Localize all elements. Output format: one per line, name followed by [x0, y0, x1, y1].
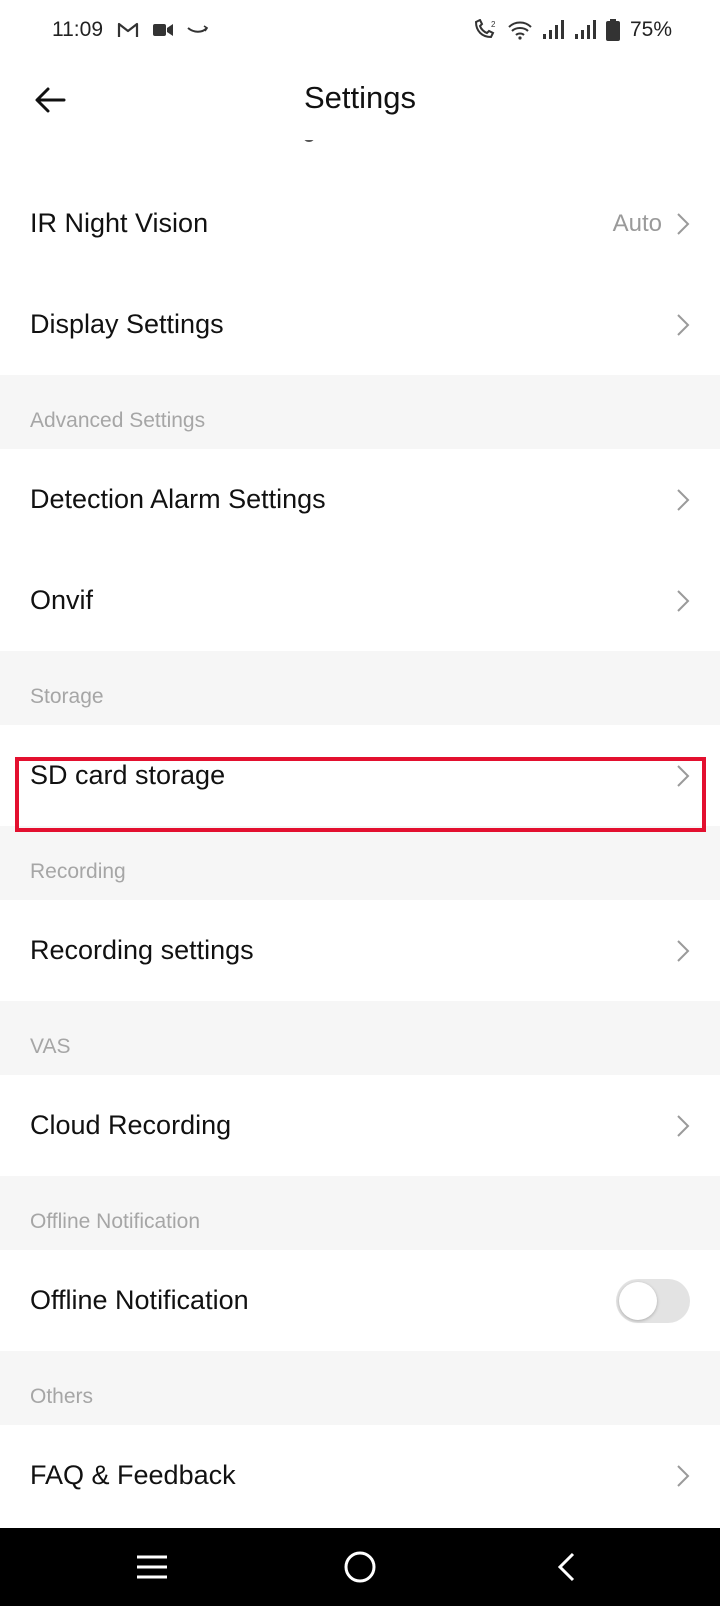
section-header-others: Others [0, 1351, 720, 1425]
chevron-right-icon [677, 1114, 690, 1137]
display-settings-row[interactable]: Display Settings [0, 274, 720, 375]
page-title: Settings [303, 80, 416, 115]
sd-card-storage-row[interactable]: SD card storage [0, 725, 720, 826]
toggle-knob [619, 1281, 657, 1320]
status-time: 11:09 [52, 18, 103, 41]
chevron-right-icon [677, 488, 690, 511]
row-label: Recording settings [30, 935, 254, 965]
signal-icon [542, 20, 564, 40]
section-header-recording: Recording [0, 826, 720, 900]
chevron-right-icon [677, 1464, 690, 1487]
row-label: Onvif [30, 585, 94, 615]
scrolled-row-remnant [0, 140, 720, 173]
row-label: Display Settings [30, 309, 224, 339]
section-header-advanced: Advanced Settings [0, 375, 720, 449]
battery-level: 75% [629, 18, 672, 41]
row-label: FAQ & Feedback [30, 1460, 236, 1490]
recents-icon [137, 1555, 167, 1579]
row-label: Detection Alarm Settings [30, 484, 326, 514]
volte-call-icon: 2 [472, 19, 498, 41]
offline-notification-row: Offline Notification [0, 1250, 720, 1351]
cloud-recording-row[interactable]: Cloud Recording [0, 1075, 720, 1176]
home-icon [344, 1551, 376, 1583]
chevron-right-icon [677, 589, 690, 612]
chevron-right-icon [677, 764, 690, 787]
row-label: Offline Notification [30, 1285, 249, 1315]
chevron-right-icon [677, 212, 690, 235]
system-nav-bar [0, 1528, 720, 1606]
section-header-storage: Storage [0, 651, 720, 725]
recents-button[interactable] [92, 1528, 212, 1606]
chevron-right-icon [677, 939, 690, 962]
chevron-right-icon [677, 313, 690, 336]
back-icon [557, 1552, 575, 1582]
offline-notification-toggle[interactable] [616, 1278, 690, 1323]
row-label: IR Night Vision [30, 208, 209, 238]
svg-text:2: 2 [491, 20, 496, 29]
onvif-row[interactable]: Onvif [0, 550, 720, 651]
nav-back-button[interactable] [506, 1528, 626, 1606]
app-bar: Settings [0, 60, 720, 140]
recording-settings-row[interactable]: Recording settings [0, 900, 720, 1001]
amazon-icon [187, 25, 209, 35]
row-label: SD card storage [30, 760, 226, 790]
faq-feedback-row[interactable]: FAQ & Feedback [0, 1425, 720, 1526]
detection-alarm-settings-row[interactable]: Detection Alarm Settings [0, 449, 720, 550]
video-icon [153, 23, 173, 37]
signal-icon [574, 20, 596, 40]
home-button[interactable] [300, 1528, 420, 1606]
wifi-icon [508, 20, 532, 40]
section-header-vas: VAS [0, 1001, 720, 1075]
ir-night-vision-row[interactable]: IR Night Vision Auto [0, 173, 720, 274]
row-label: Cloud Recording [30, 1110, 232, 1140]
settings-list: IR Night Vision Auto Display Settings Ad… [0, 140, 720, 1526]
battery-icon [605, 19, 620, 41]
gmail-icon [117, 21, 139, 39]
ir-night-vision-value: Auto [612, 209, 662, 237]
status-bar: 11:09 2 75% [0, 0, 720, 60]
section-header-offline: Offline Notification [0, 1176, 720, 1250]
